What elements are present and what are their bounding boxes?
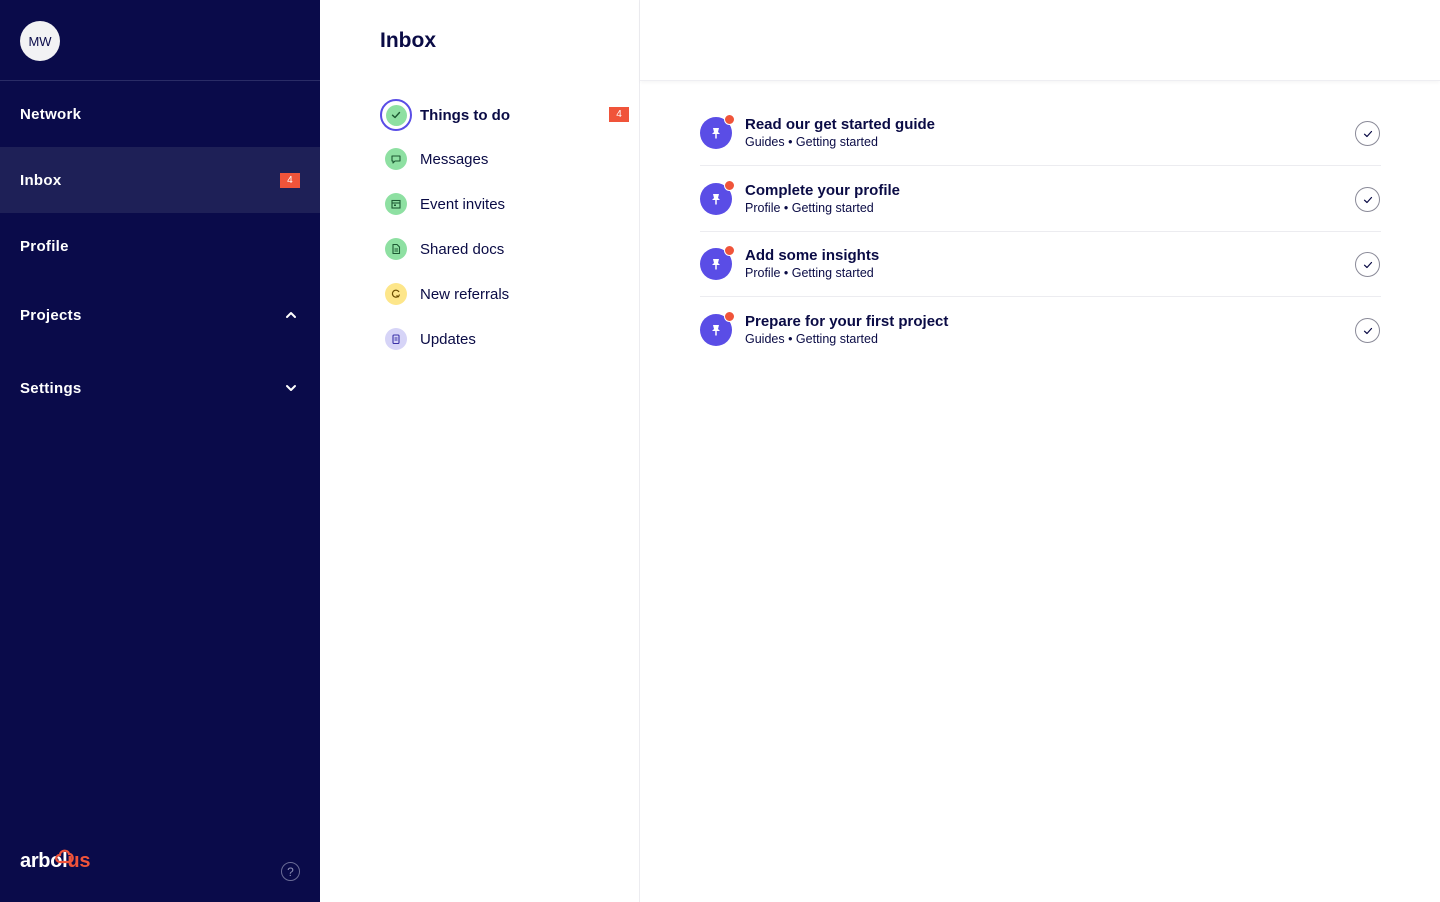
category-label: Event invites [420, 195, 506, 213]
list-item[interactable]: Add some insights Profile • Getting star… [700, 231, 1381, 297]
complete-task-button[interactable] [1355, 252, 1380, 277]
unread-dot [724, 245, 735, 256]
task-title: Read our get started guide [745, 116, 936, 133]
sidebar-header: MW [0, 0, 320, 81]
list-item[interactable]: Complete your profile Profile • Getting … [700, 166, 1381, 232]
help-icon[interactable]: ? [281, 862, 300, 881]
category-messages[interactable]: Messages [380, 143, 630, 175]
tree-icon [55, 849, 74, 864]
check-icon [1363, 261, 1372, 268]
sidebar-item-settings[interactable]: Settings [0, 351, 320, 425]
check-icon [1363, 327, 1372, 334]
complete-task-button[interactable] [1355, 187, 1380, 212]
referral-icon [385, 283, 407, 305]
task-title: Add some insights [745, 247, 880, 264]
chevron-up-icon[interactable] [284, 308, 298, 322]
task-meta: Profile • Getting started [745, 266, 874, 280]
task-meta: Profile • Getting started [745, 201, 874, 215]
content-header [640, 0, 1440, 81]
sidebar-item-label: Profile [20, 237, 69, 255]
list-item[interactable]: Prepare for your first project Guides • … [700, 297, 1381, 363]
unread-dot [724, 180, 735, 191]
task-title: Prepare for your first project [745, 313, 949, 330]
category-event-invites[interactable]: Event invites [380, 188, 630, 220]
list-item[interactable]: Read our get started guide Guides • Gett… [700, 100, 1381, 166]
complete-task-button[interactable] [1355, 121, 1380, 146]
sidebar-item-projects[interactable]: Projects [0, 279, 320, 351]
unread-dot [724, 114, 735, 125]
complete-task-button[interactable] [1355, 318, 1380, 343]
category-label: Things to do [420, 106, 510, 124]
chevron-down-icon[interactable] [284, 381, 298, 395]
chat-icon [385, 148, 407, 170]
sidebar-item-inbox[interactable]: Inbox 4 [0, 147, 320, 213]
task-meta: Guides • Getting started [745, 332, 878, 346]
category-label: Messages [420, 150, 489, 168]
category-updates[interactable]: Updates [380, 323, 630, 355]
check-icon [385, 104, 407, 126]
sidebar-item-label: Projects [20, 306, 82, 324]
inbox-count-badge: 4 [280, 172, 300, 188]
category-label: Updates [420, 330, 476, 348]
sidebar-item-profile[interactable]: Profile [0, 213, 320, 279]
calendar-icon [385, 193, 407, 215]
sidebar-item-label: Network [20, 105, 82, 123]
page-title: Inbox [380, 29, 436, 52]
task-meta: Guides • Getting started [745, 135, 878, 149]
category-label: New referrals [420, 285, 510, 303]
avatar[interactable]: MW [20, 21, 60, 61]
category-label: Shared docs [420, 240, 505, 258]
task-title: Complete your profile [745, 182, 901, 199]
sidebar: MW Network Inbox 4 Profile Projects Sett… [0, 0, 320, 902]
category-new-referrals[interactable]: New referrals [380, 278, 630, 310]
unread-dot [724, 311, 735, 322]
sidebar-item-network[interactable]: Network [0, 81, 320, 147]
things-to-do-count-badge: 4 [609, 107, 629, 122]
category-shared-docs[interactable]: Shared docs [380, 233, 630, 265]
category-things-to-do[interactable]: Things to do [380, 99, 630, 131]
inbox-categories-panel: Inbox Things to do Messages Event invite… [320, 0, 640, 902]
check-icon [1363, 130, 1372, 137]
sidebar-item-label: Inbox [20, 171, 62, 189]
sidebar-item-label: Settings [20, 379, 82, 397]
arbolus-logo: arbol us [20, 849, 91, 872]
check-icon [1363, 196, 1372, 203]
clipboard-icon [385, 328, 407, 350]
document-icon [385, 238, 407, 260]
